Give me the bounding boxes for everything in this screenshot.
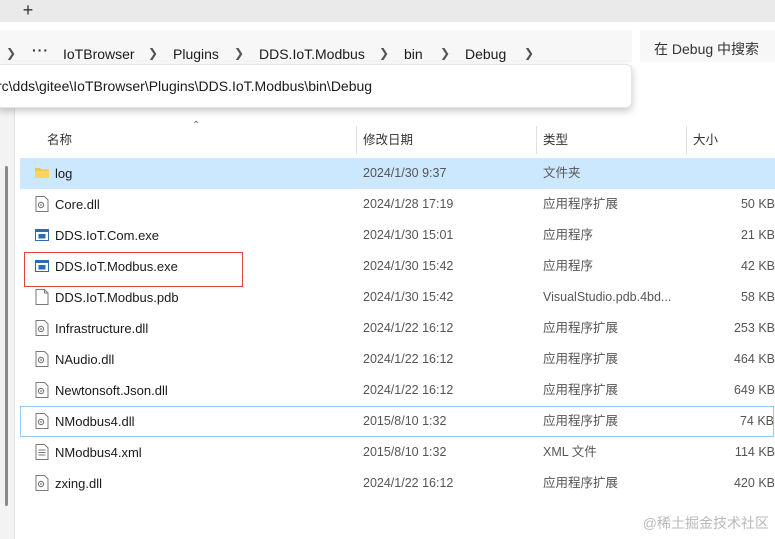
navigation-pane[interactable] bbox=[0, 106, 15, 539]
file-row[interactable]: DDS.IoT.Com.exe 2024/1/30 15:01 应用程序 21 … bbox=[20, 220, 775, 251]
breadcrumb-item-debug[interactable]: Debug bbox=[465, 46, 506, 62]
file-size: 420 KB bbox=[733, 476, 775, 490]
file-type: XML 文件 bbox=[543, 445, 597, 459]
file-date: 2024/1/30 15:42 bbox=[363, 290, 454, 304]
search-placeholder: 在 Debug 中搜索 bbox=[654, 41, 760, 57]
search-input[interactable]: 在 Debug 中搜索 bbox=[640, 30, 775, 62]
file-row[interactable]: zxing.dll 2024/1/22 16:12 应用程序扩展 420 KB bbox=[20, 468, 775, 499]
file-date: 2024/1/22 16:12 bbox=[363, 383, 454, 397]
chevron-right-icon[interactable]: ❯ bbox=[6, 46, 16, 60]
address-path-text[interactable]: rc\dds\gitee\IoTBrowser\Plugins\DDS.IoT.… bbox=[0, 78, 372, 94]
file-row[interactable]: NModbus4.dll 2015/8/10 1:32 应用程序扩展 74 KB bbox=[20, 406, 774, 437]
file-list-pane: ⌃ 名称 修改日期 类型 大小 log 2024/1/30 9:37 文件夹 C… bbox=[0, 106, 775, 539]
breadcrumb-item-dds-iot-modbus[interactable]: DDS.IoT.Modbus bbox=[259, 46, 365, 62]
column-header-size[interactable]: 大小 bbox=[693, 126, 718, 154]
chevron-right-icon[interactable]: ❯ bbox=[234, 46, 244, 60]
file-row[interactable]: NAudio.dll 2024/1/22 16:12 应用程序扩展 464 KB bbox=[20, 344, 775, 375]
file-date: 2024/1/30 15:42 bbox=[363, 259, 454, 273]
address-path-popup[interactable]: rc\dds\gitee\IoTBrowser\Plugins\DDS.IoT.… bbox=[0, 64, 632, 108]
file-row[interactable]: Infrastructure.dll 2024/1/22 16:12 应用程序扩… bbox=[20, 313, 775, 344]
column-divider[interactable] bbox=[356, 126, 357, 154]
file-type: 文件夹 bbox=[543, 166, 581, 180]
dll-file-icon bbox=[35, 413, 49, 429]
file-name: Newtonsoft.Json.dll bbox=[55, 383, 168, 398]
chevron-right-icon[interactable]: ❯ bbox=[440, 46, 450, 60]
file-name: Infrastructure.dll bbox=[55, 321, 149, 336]
file-size: 649 KB bbox=[733, 383, 775, 397]
file-size: 464 KB bbox=[733, 352, 775, 366]
dll-file-icon bbox=[35, 320, 49, 336]
dll-file-icon bbox=[35, 196, 49, 212]
more-icon[interactable]: ··· bbox=[32, 42, 49, 58]
file-name: NModbus4.dll bbox=[55, 414, 135, 429]
file-row[interactable]: Newtonsoft.Json.dll 2024/1/22 16:12 应用程序… bbox=[20, 375, 775, 406]
file-name: NModbus4.xml bbox=[55, 445, 142, 460]
column-header: ⌃ 名称 修改日期 类型 大小 bbox=[20, 120, 775, 154]
file-type: VisualStudio.pdb.4bd... bbox=[543, 290, 672, 304]
file-size: 114 KB bbox=[734, 445, 775, 459]
file-date: 2015/8/10 1:32 bbox=[363, 445, 447, 459]
dll-file-icon bbox=[35, 382, 49, 398]
dll-file-icon bbox=[35, 475, 49, 491]
blank-file-icon bbox=[35, 289, 49, 305]
file-name: NAudio.dll bbox=[55, 352, 115, 367]
tab-bar: + bbox=[0, 0, 775, 22]
highlight-annotation-box bbox=[24, 252, 243, 287]
breadcrumb[interactable]: ❯ ··· IoTBrowser ❯ Plugins ❯ DDS.IoT.Mod… bbox=[0, 30, 632, 62]
file-type: 应用程序 bbox=[543, 228, 594, 242]
file-type: 应用程序扩展 bbox=[543, 383, 619, 397]
file-name: zxing.dll bbox=[55, 476, 102, 491]
file-size: 58 KB bbox=[740, 290, 775, 304]
breadcrumb-item-bin[interactable]: bin bbox=[404, 46, 423, 62]
file-row[interactable]: Core.dll 2024/1/28 17:19 应用程序扩展 50 KB bbox=[20, 189, 775, 220]
file-size: 21 KB bbox=[740, 228, 775, 242]
xml-file-icon bbox=[35, 444, 49, 460]
column-divider[interactable] bbox=[536, 126, 537, 154]
new-tab-button[interactable]: + bbox=[14, 0, 42, 22]
column-header-name[interactable]: 名称 bbox=[47, 126, 72, 154]
file-size: 42 KB bbox=[740, 259, 775, 273]
file-row[interactable]: log 2024/1/30 9:37 文件夹 bbox=[20, 158, 775, 189]
exe-file-icon bbox=[35, 229, 49, 241]
file-type: 应用程序扩展 bbox=[543, 321, 619, 335]
folder-icon bbox=[35, 168, 49, 178]
file-type: 应用程序扩展 bbox=[543, 197, 619, 211]
breadcrumb-item-plugins[interactable]: Plugins bbox=[173, 46, 219, 62]
chevron-right-icon[interactable]: ❯ bbox=[524, 46, 534, 60]
file-date: 2024/1/22 16:12 bbox=[363, 321, 454, 335]
file-size: 50 KB bbox=[740, 197, 775, 211]
navigation-scrollbar[interactable] bbox=[5, 166, 8, 506]
column-header-date[interactable]: 修改日期 bbox=[363, 126, 413, 154]
file-name: DDS.IoT.Com.exe bbox=[55, 228, 160, 243]
watermark: @稀土掘金技术社区 bbox=[642, 515, 769, 531]
file-type: 应用程序扩展 bbox=[543, 352, 619, 366]
file-size: 253 KB bbox=[733, 321, 775, 335]
file-row[interactable]: NModbus4.xml 2015/8/10 1:32 XML 文件 114 K… bbox=[20, 437, 775, 468]
dll-file-icon bbox=[35, 351, 49, 367]
file-date: 2015/8/10 1:32 bbox=[363, 414, 447, 428]
file-name: log bbox=[55, 166, 73, 181]
file-size: 74 KB bbox=[739, 414, 774, 428]
sort-ascending-icon: ⌃ bbox=[192, 120, 201, 131]
file-type: 应用程序扩展 bbox=[543, 476, 619, 490]
file-type: 应用程序 bbox=[543, 259, 594, 273]
chevron-right-icon[interactable]: ❯ bbox=[148, 46, 158, 60]
file-date: 2024/1/22 16:12 bbox=[363, 352, 454, 366]
chevron-right-icon[interactable]: ❯ bbox=[379, 46, 389, 60]
column-divider[interactable] bbox=[686, 126, 687, 154]
file-date: 2024/1/28 17:19 bbox=[363, 197, 454, 211]
file-date: 2024/1/30 9:37 bbox=[363, 166, 447, 180]
column-header-type[interactable]: 类型 bbox=[543, 126, 568, 154]
file-name: Core.dll bbox=[55, 197, 100, 212]
file-date: 2024/1/22 16:12 bbox=[363, 476, 454, 490]
file-type: 应用程序扩展 bbox=[543, 414, 619, 428]
breadcrumb-item-iotbrowser[interactable]: IoTBrowser bbox=[63, 46, 135, 62]
file-date: 2024/1/30 15:01 bbox=[363, 228, 454, 242]
